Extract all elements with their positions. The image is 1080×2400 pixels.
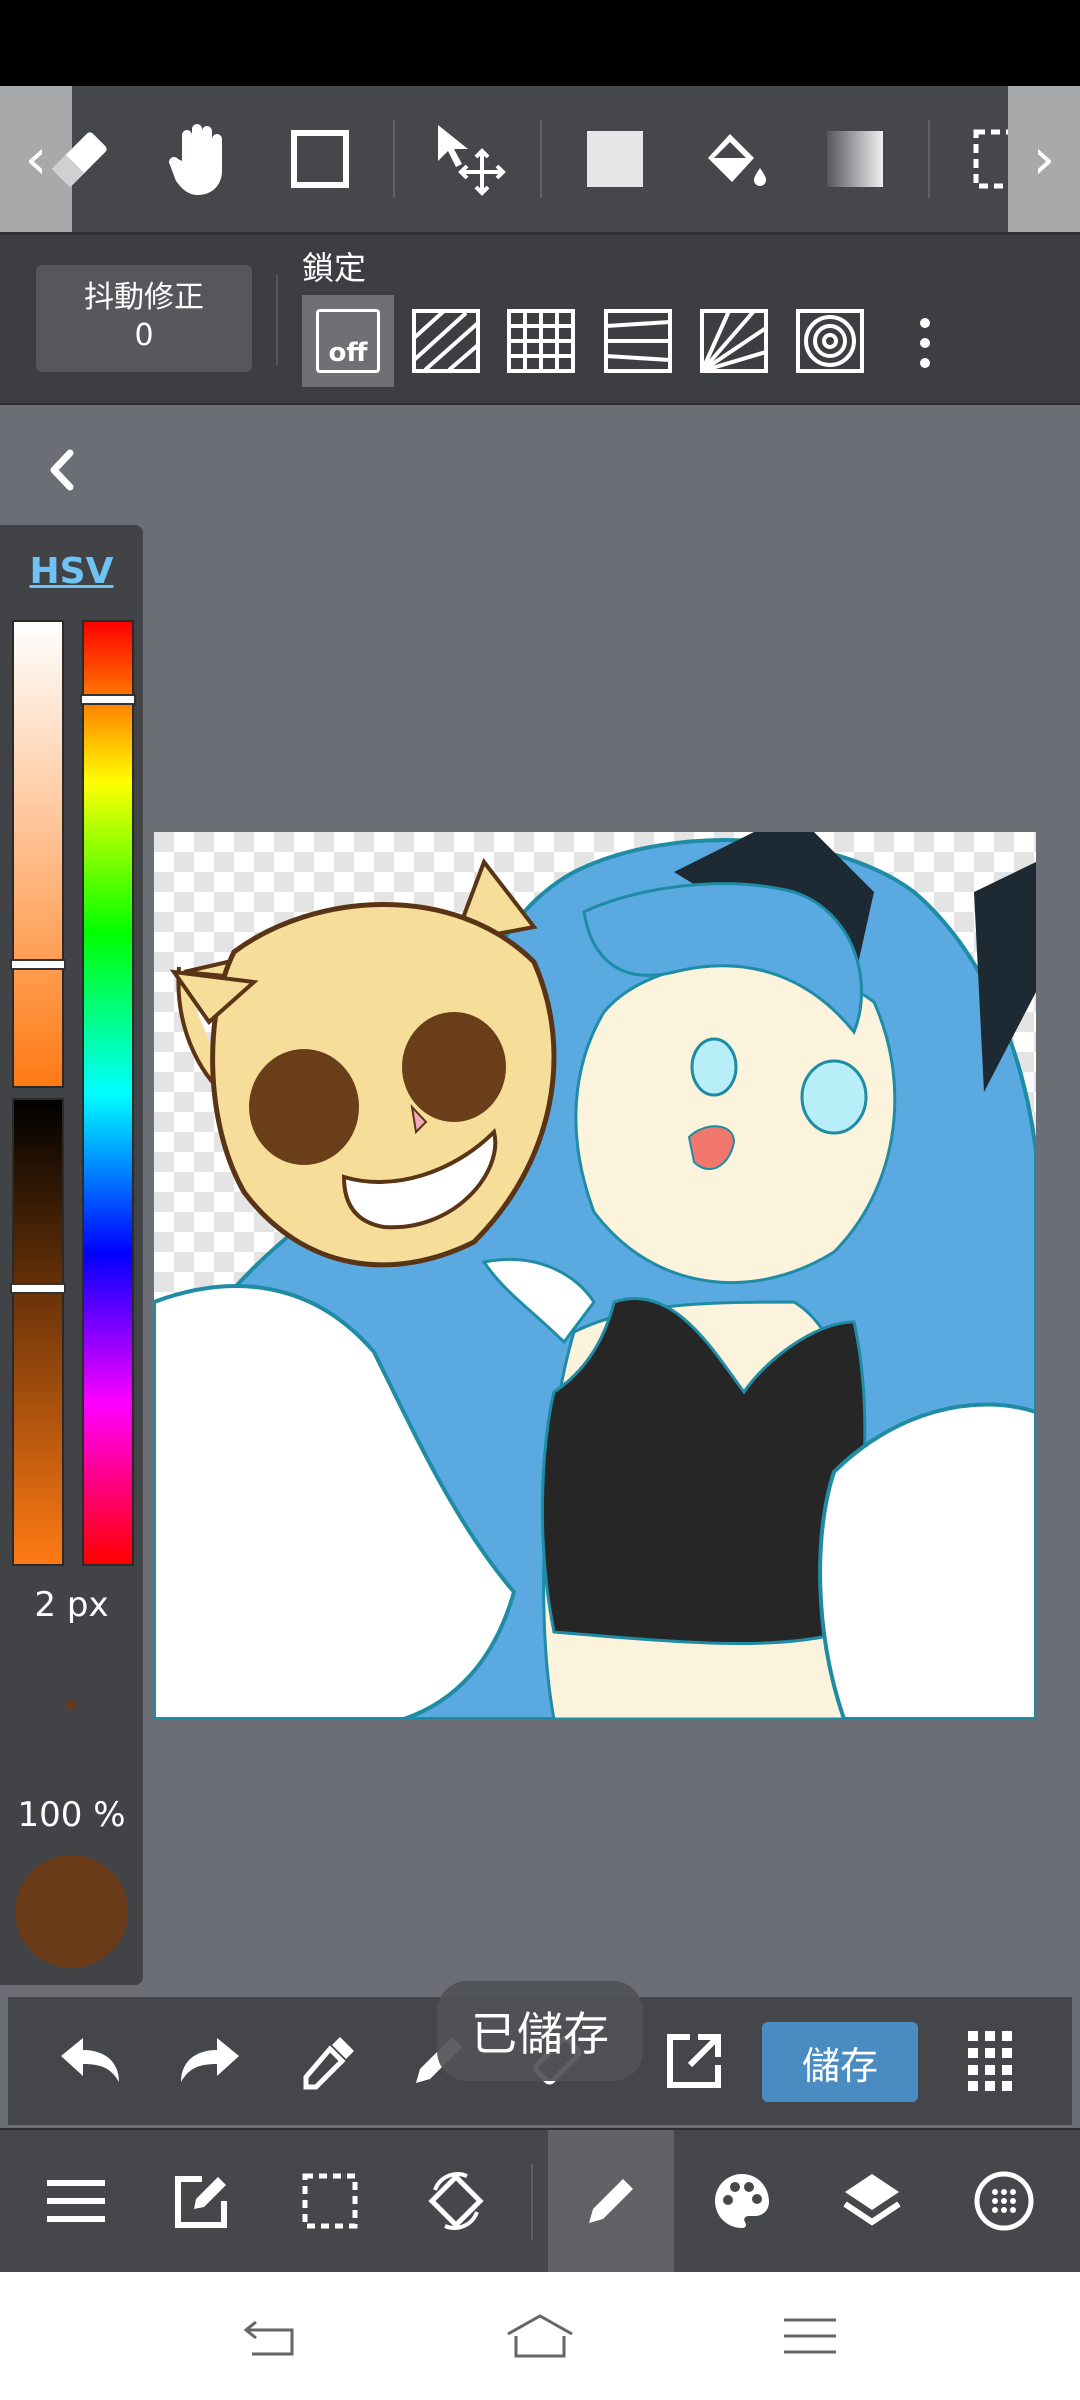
edit-square-icon bbox=[175, 2176, 227, 2228]
brush-button[interactable] bbox=[548, 2130, 674, 2272]
material-dots-icon bbox=[974, 2171, 1034, 2231]
chevron-left-icon bbox=[50, 449, 74, 491]
saved-toast: 已儲存 bbox=[437, 1981, 643, 2081]
drawing-canvas[interactable] bbox=[154, 832, 1036, 1719]
nav-back-button[interactable] bbox=[190, 2272, 350, 2400]
move-tool[interactable] bbox=[415, 86, 525, 232]
save-button[interactable]: 儲存 bbox=[762, 2022, 918, 2102]
perspective-icon bbox=[604, 309, 672, 373]
stabilizer-label: 抖動修正 bbox=[84, 280, 204, 315]
hand-icon bbox=[169, 124, 222, 195]
grid-icon bbox=[507, 309, 575, 373]
grid-dots-icon bbox=[968, 2031, 1012, 2091]
toolbar-divider bbox=[393, 120, 395, 198]
lock-label: 鎖定 bbox=[302, 249, 367, 287]
fill-color-icon bbox=[587, 131, 643, 187]
current-color-swatch[interactable] bbox=[15, 1855, 128, 1968]
main-menu-bar bbox=[0, 2128, 1080, 2272]
menu-button[interactable] bbox=[16, 2130, 136, 2272]
rotate-transform-icon bbox=[428, 2172, 484, 2230]
slider-handle[interactable] bbox=[10, 1283, 66, 1294]
bucket-tool[interactable] bbox=[680, 86, 790, 232]
lock-perspective-button[interactable] bbox=[592, 295, 684, 387]
toolbar-divider bbox=[928, 120, 930, 198]
slider-handle[interactable] bbox=[10, 959, 66, 970]
color-panel: HSV 2 px 100 % bbox=[0, 525, 143, 1985]
toolbar-divider bbox=[540, 120, 542, 198]
brush-options-bar: 抖動修正 0 鎖定 off bbox=[0, 235, 1080, 406]
lock-off-icon: off bbox=[316, 309, 380, 373]
status-bar bbox=[0, 0, 1080, 86]
undo-button[interactable] bbox=[40, 1997, 140, 2125]
more-menu-button[interactable] bbox=[940, 1997, 1040, 2125]
eyedropper-button[interactable] bbox=[280, 1997, 380, 2125]
tool-toolbar: ‹ › bbox=[0, 86, 1080, 235]
lock-radial-button[interactable] bbox=[688, 295, 780, 387]
undo-icon bbox=[61, 2038, 119, 2082]
collapse-panel-button[interactable] bbox=[34, 435, 90, 505]
lock-off-button[interactable]: off bbox=[302, 295, 394, 387]
more-options-button[interactable] bbox=[905, 315, 945, 375]
more-vertical-icon bbox=[920, 318, 930, 368]
bucket-icon bbox=[708, 134, 766, 186]
edit-button[interactable] bbox=[142, 2130, 262, 2272]
brush-preview-dot bbox=[66, 1700, 76, 1710]
saturation-slider[interactable] bbox=[10, 620, 66, 1088]
hamburger-menu-icon bbox=[47, 2180, 105, 2222]
eyedropper-icon bbox=[303, 2037, 354, 2090]
slider-handle[interactable] bbox=[80, 694, 136, 705]
home-icon bbox=[507, 2314, 573, 2358]
value-slider[interactable] bbox=[10, 1098, 66, 1566]
hand-tool[interactable] bbox=[145, 86, 255, 232]
system-nav-bar bbox=[0, 2272, 1080, 2400]
rectangle-tool[interactable] bbox=[265, 86, 375, 232]
lock-grid-button[interactable] bbox=[495, 295, 587, 387]
artwork-drawing bbox=[154, 832, 1036, 1719]
stabilizer-value: 0 bbox=[134, 318, 154, 353]
save-button-label: 儲存 bbox=[801, 2043, 878, 2088]
radial-lines-icon bbox=[700, 309, 768, 373]
selection-icon bbox=[302, 2173, 358, 2229]
opacity-label[interactable]: 100 % bbox=[0, 1795, 143, 1835]
color-button[interactable] bbox=[682, 2130, 802, 2272]
chevron-right-icon: › bbox=[1032, 126, 1056, 192]
lock-concentric-button[interactable] bbox=[784, 295, 876, 387]
rectangle-icon bbox=[291, 130, 349, 188]
toast-text: 已儲存 bbox=[471, 2007, 609, 2061]
nav-recents-button[interactable] bbox=[730, 2272, 890, 2400]
recents-menu-icon bbox=[784, 2318, 836, 2354]
lock-off-text: off bbox=[328, 338, 368, 368]
nav-home-button[interactable] bbox=[460, 2272, 620, 2400]
menu-divider bbox=[531, 2164, 533, 2240]
move-icon bbox=[438, 125, 506, 196]
gradient-icon bbox=[827, 131, 883, 187]
layers-button[interactable] bbox=[812, 2130, 932, 2272]
materials-button[interactable] bbox=[944, 2130, 1064, 2272]
pencil-icon bbox=[589, 2179, 633, 2223]
layers-icon bbox=[843, 2174, 901, 2226]
brush-size-label[interactable]: 2 px bbox=[0, 1585, 143, 1625]
toolbar-scroll-right[interactable]: › bbox=[1008, 86, 1080, 232]
back-icon bbox=[243, 2320, 294, 2356]
parallel-lines-icon bbox=[412, 309, 480, 373]
redo-icon bbox=[181, 2038, 239, 2082]
fill-color-tool[interactable] bbox=[560, 86, 670, 232]
redo-button[interactable] bbox=[160, 1997, 260, 2125]
options-divider bbox=[276, 275, 278, 365]
hsv-mode-label[interactable]: HSV bbox=[0, 551, 143, 592]
gradient-tool[interactable] bbox=[800, 86, 910, 232]
share-button[interactable] bbox=[644, 1997, 744, 2125]
select-button[interactable] bbox=[270, 2130, 390, 2272]
stabilizer-button[interactable]: 抖動修正 0 bbox=[36, 265, 252, 372]
concentric-icon bbox=[796, 309, 864, 373]
transform-button[interactable] bbox=[396, 2130, 516, 2272]
eraser-icon bbox=[51, 132, 107, 188]
hue-slider[interactable] bbox=[80, 620, 136, 1566]
eraser-tool[interactable] bbox=[25, 86, 135, 232]
lock-parallel-button[interactable] bbox=[400, 295, 492, 387]
share-icon bbox=[667, 2034, 721, 2088]
palette-icon bbox=[715, 2174, 769, 2228]
